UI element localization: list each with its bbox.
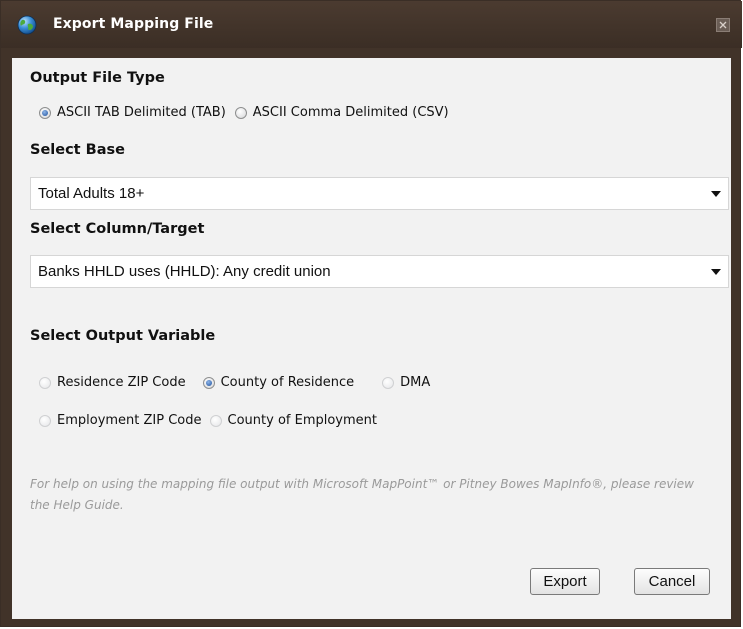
select-base-title: Select Base bbox=[30, 142, 125, 158]
radio-option-dma[interactable]: DMA bbox=[382, 375, 430, 390]
base-select[interactable]: Total Adults 18+ bbox=[30, 177, 729, 210]
dialog-content: Output File Type ASCII TAB Delimited (TA… bbox=[12, 58, 731, 619]
radio-county-residence[interactable] bbox=[202, 376, 215, 389]
export-mapping-dialog: Export Mapping File Output File Type ASC… bbox=[0, 0, 742, 627]
radio-county-residence-label: County of Residence bbox=[220, 375, 355, 390]
output-variable-row-2: Employment ZIP Code County of Employment bbox=[39, 413, 377, 428]
radio-option-csv[interactable]: ASCII Comma Delimited (CSV) bbox=[234, 105, 449, 120]
radio-option-residence-zip[interactable]: Residence ZIP Code bbox=[39, 375, 186, 390]
radio-residence-zip-label: Residence ZIP Code bbox=[57, 375, 186, 390]
close-button[interactable] bbox=[716, 18, 730, 32]
radio-option-county-residence[interactable]: County of Residence bbox=[202, 375, 355, 390]
dialog-title: Export Mapping File bbox=[53, 16, 214, 32]
radio-csv-label: ASCII Comma Delimited (CSV) bbox=[252, 105, 449, 120]
radio-county-employment-label: County of Employment bbox=[227, 413, 377, 428]
radio-tab-label: ASCII TAB Delimited (TAB) bbox=[57, 105, 226, 120]
globe-icon bbox=[17, 15, 37, 35]
base-select-value: Total Adults 18+ bbox=[38, 185, 145, 202]
output-file-type-title: Output File Type bbox=[30, 70, 165, 86]
chevron-down-icon bbox=[711, 191, 721, 197]
close-icon bbox=[719, 21, 727, 29]
radio-option-employment-zip[interactable]: Employment ZIP Code bbox=[39, 413, 202, 428]
output-variable-title: Select Output Variable bbox=[30, 328, 216, 344]
output-variable-row-1: Residence ZIP Code County of Residence D… bbox=[39, 375, 430, 390]
radio-employment-zip[interactable] bbox=[39, 414, 51, 427]
radio-dma[interactable] bbox=[382, 376, 395, 389]
title-bar[interactable]: Export Mapping File bbox=[1, 1, 742, 48]
help-text: For help on using the mapping file outpu… bbox=[30, 477, 694, 512]
radio-option-county-employment[interactable]: County of Employment bbox=[209, 413, 377, 428]
radio-option-tab[interactable]: ASCII TAB Delimited (TAB) bbox=[39, 105, 226, 120]
radio-comma-delimited[interactable] bbox=[234, 106, 247, 119]
select-column-title: Select Column/Target bbox=[30, 221, 205, 237]
radio-county-employment[interactable] bbox=[209, 414, 222, 427]
export-button[interactable]: Export bbox=[530, 568, 600, 595]
column-target-select[interactable]: Banks HHLD uses (HHLD): Any credit union bbox=[30, 255, 729, 288]
radio-dma-label: DMA bbox=[400, 375, 431, 390]
output-file-type-group: ASCII TAB Delimited (TAB) ASCII Comma De… bbox=[39, 105, 449, 120]
radio-tab-delimited[interactable] bbox=[39, 106, 51, 119]
radio-employment-zip-label: Employment ZIP Code bbox=[57, 413, 202, 428]
radio-residence-zip[interactable] bbox=[39, 376, 51, 389]
column-select-value: Banks HHLD uses (HHLD): Any credit union bbox=[38, 263, 331, 280]
cancel-button[interactable]: Cancel bbox=[634, 568, 710, 595]
chevron-down-icon bbox=[711, 269, 721, 275]
